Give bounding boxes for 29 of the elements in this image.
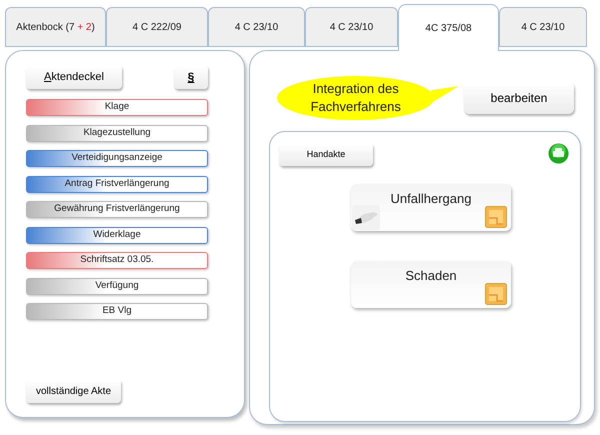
tab[interactable]: 4 C 23/10 (499, 7, 587, 47)
document-button[interactable]: Gewährung Fristverlängerung (26, 201, 208, 218)
callout-bubble: Integration des Fachverfahrens (277, 76, 434, 120)
document-button[interactable]: Klage (26, 99, 208, 116)
document-button[interactable]: EB Vlg (26, 303, 208, 320)
tab[interactable]: 4 C 222/09 (106, 7, 208, 47)
handakte-button[interactable]: Handakte (279, 143, 373, 166)
aktendeckel-button[interactable]: Aktendeckel (26, 65, 122, 89)
topic-card[interactable]: Schaden (351, 261, 511, 308)
tab[interactable]: 4 C 23/10 (208, 7, 305, 47)
topic-card[interactable]: Unfallhergang (351, 184, 511, 231)
note-icon[interactable] (485, 283, 507, 305)
tab[interactable]: Aktenbock (7 + 2) (5, 7, 106, 47)
paragraph-button[interactable]: § (174, 65, 208, 89)
full-file-button[interactable]: vollständige Akte (26, 379, 121, 403)
document-button[interactable]: Verteidigungsanzeige (26, 150, 208, 167)
document-button[interactable]: Antrag Fristverlängerung (26, 176, 208, 192)
document-button[interactable]: Klagezustellung (26, 124, 208, 142)
bearbeiten-button[interactable]: bearbeiten (464, 82, 574, 114)
card-title: Unfallhergang (390, 190, 472, 208)
note-icon[interactable] (485, 206, 507, 228)
document-button[interactable]: Widerklage (26, 226, 208, 244)
document-button[interactable]: Schriftsatz 03.05. (26, 252, 208, 269)
printer-icon[interactable] (548, 143, 569, 164)
tab[interactable]: 4 C 23/10 (305, 7, 398, 47)
document-button[interactable]: Verfügung (26, 278, 208, 294)
callout-pointer (431, 84, 459, 104)
tab[interactable]: 4C 375/08 (398, 4, 499, 51)
card-title: Schaden (404, 267, 458, 285)
